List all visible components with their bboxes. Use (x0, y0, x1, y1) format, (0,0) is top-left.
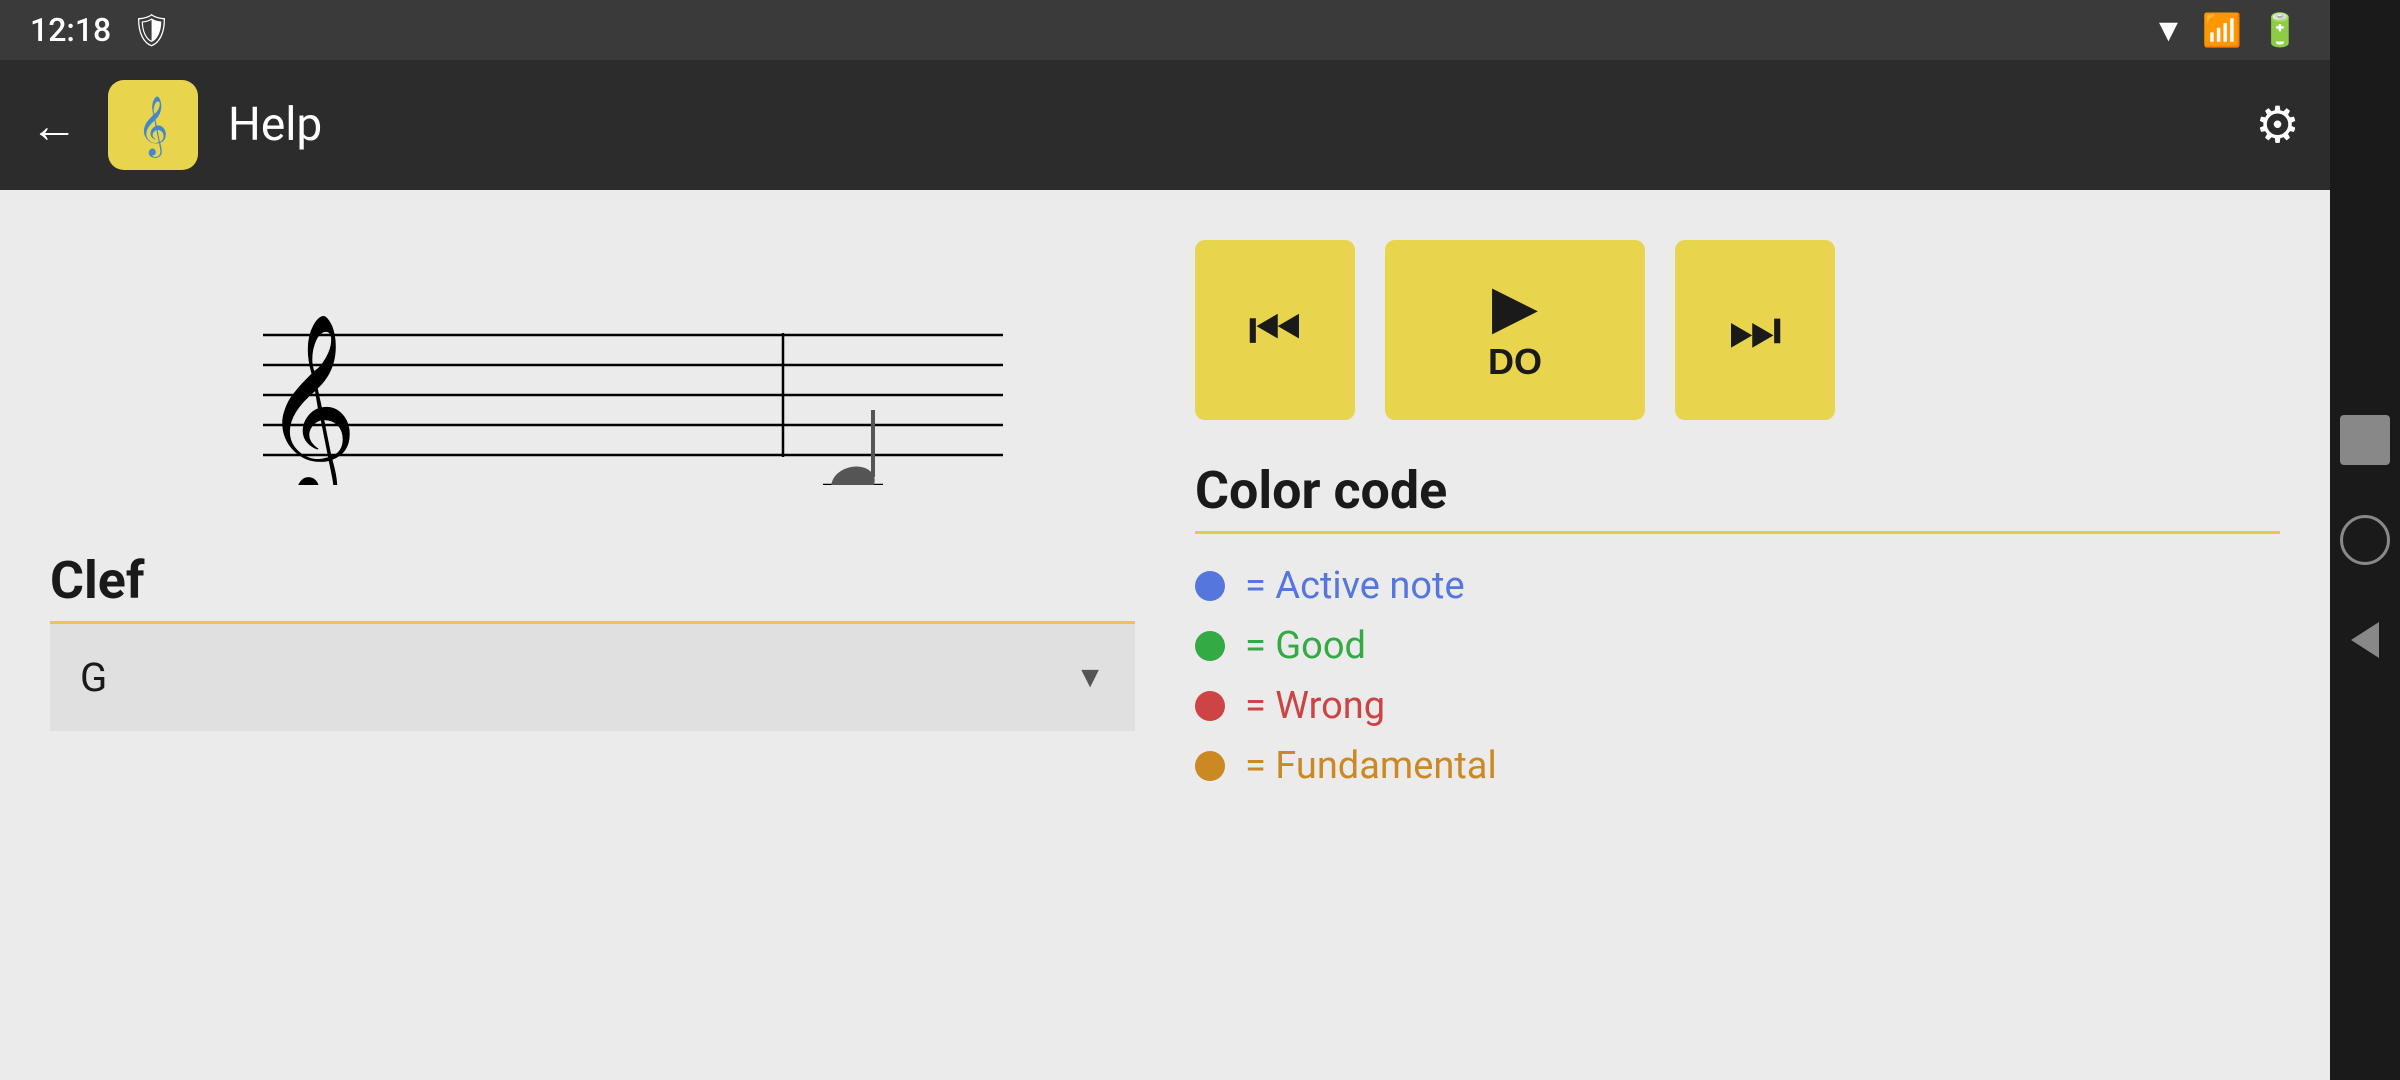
main-content: 𝄞 Clef G ▼ (0, 190, 2330, 1080)
fundamental-label: = Fundamental (1245, 744, 1497, 788)
side-circle-button[interactable] (2340, 515, 2390, 565)
page-title: Help (228, 98, 2225, 152)
color-item-active: = Active note (1195, 564, 2280, 608)
status-right: ▼ 📶 🔋 (2153, 11, 2300, 49)
color-item-wrong: = Wrong (1195, 684, 2280, 728)
side-panel (2330, 0, 2400, 1080)
app-icon: 𝄞 (108, 80, 198, 170)
fundamental-dot (1195, 751, 1225, 781)
play-button[interactable]: ▶ DO (1385, 240, 1645, 420)
prev-button[interactable]: ⏮ (1195, 240, 1355, 420)
time-display: 12:18 (30, 11, 111, 49)
status-bar: 12:18 🛡 ▼ 📶 🔋 (0, 0, 2330, 60)
shield-icon: 🛡 (131, 11, 172, 49)
playback-controls: ⏮ ▶ DO ⏭ (1195, 230, 2280, 420)
wrong-dot (1195, 691, 1225, 721)
clef-dropdown[interactable]: G ▼ (50, 624, 1135, 731)
left-column: 𝄞 Clef G ▼ (50, 230, 1135, 1040)
play-label: DO (1488, 341, 1542, 383)
play-icon: ▶ (1492, 277, 1538, 337)
side-back-button[interactable] (2340, 615, 2390, 665)
clef-value: G (80, 654, 107, 701)
toolbar: ← 𝄞 Help ⚙ (0, 60, 2330, 190)
music-note-icon: 𝄞 (113, 85, 193, 165)
svg-text:𝄞: 𝄞 (263, 316, 358, 485)
status-left: 12:18 🛡 (30, 11, 172, 49)
color-code-items: = Active note = Good = Wrong = Fundament… (1195, 554, 2280, 798)
color-code-title: Color code (1195, 460, 2280, 521)
wifi-icon: ▼ (2153, 11, 2185, 49)
good-dot (1195, 631, 1225, 661)
next-button[interactable]: ⏭ (1675, 240, 1835, 420)
skip-back-icon: ⏮ (1248, 300, 1302, 360)
clef-section-title: Clef (50, 550, 1135, 611)
app-container: 12:18 🛡 ▼ 📶 🔋 ← 𝄞 Help ⚙ (0, 0, 2330, 1080)
color-code-divider (1195, 531, 2280, 534)
color-item-fundamental: = Fundamental (1195, 744, 2280, 788)
clef-section: Clef G ▼ (50, 550, 1135, 731)
active-note-dot (1195, 571, 1225, 601)
wrong-label: = Wrong (1245, 684, 1385, 728)
right-column: ⏮ ▶ DO ⏭ Color code = Active note (1195, 230, 2280, 1040)
color-item-good: = Good (1195, 624, 2280, 668)
battery-icon: 🔋 (2260, 11, 2300, 49)
back-button[interactable]: ← (30, 97, 78, 154)
side-square-button[interactable] (2340, 415, 2390, 465)
music-staff: 𝄞 (143, 255, 1043, 485)
signal-icon: 📶 (2202, 11, 2242, 49)
good-label: = Good (1245, 624, 1366, 668)
active-note-label: = Active note (1245, 564, 1465, 608)
chevron-down-icon: ▼ (1075, 660, 1105, 695)
staff-area: 𝄞 (50, 230, 1135, 510)
settings-button[interactable]: ⚙ (2255, 96, 2300, 155)
svg-text:𝄞: 𝄞 (138, 95, 169, 158)
color-code-section: Color code = Active note = Good = Wrong (1195, 460, 2280, 798)
skip-forward-icon: ⏭ (1728, 300, 1782, 360)
